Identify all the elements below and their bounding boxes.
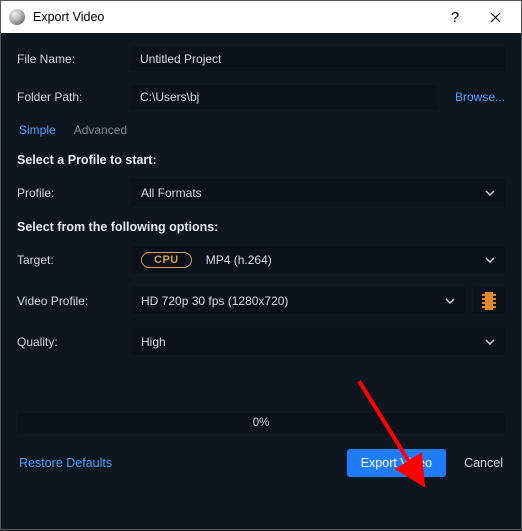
chevron-down-icon — [485, 188, 495, 198]
file-name-label: File Name: — [17, 52, 131, 66]
chevron-down-icon — [445, 296, 455, 306]
cancel-button[interactable]: Cancel — [464, 456, 503, 470]
tab-advanced[interactable]: Advanced — [74, 123, 127, 139]
chevron-down-icon — [485, 337, 495, 347]
export-video-button[interactable]: Export Video — [347, 449, 446, 477]
options-section-heading: Select from the following options: — [17, 220, 505, 234]
video-profile-value: HD 720p 30 fps (1280x720) — [141, 294, 288, 308]
cpu-badge: CPU — [141, 252, 192, 268]
file-name-value: Untitled Project — [140, 52, 221, 66]
target-label: Target: — [17, 253, 131, 267]
target-row: Target: CPU MP4 (h.264) — [17, 246, 505, 273]
target-value: MP4 (h.264) — [206, 253, 272, 267]
close-button[interactable] — [475, 1, 515, 33]
window-title: Export Video — [33, 10, 104, 24]
tabs: Simple Advanced — [19, 123, 505, 139]
footer: Restore Defaults Export Video Cancel — [17, 449, 505, 477]
video-profile-preview-button[interactable] — [473, 287, 505, 314]
video-profile-label: Video Profile: — [17, 294, 131, 308]
folder-path-value: C:\Users\bj — [140, 90, 199, 104]
profile-section-heading: Select a Profile to start: — [17, 153, 505, 167]
titlebar: Export Video ? — [1, 1, 521, 33]
quality-select[interactable]: High — [131, 328, 505, 355]
video-profile-row: Video Profile: HD 720p 30 fps (1280x720) — [17, 287, 505, 314]
video-profile-select[interactable]: HD 720p 30 fps (1280x720) — [131, 287, 465, 314]
quality-value: High — [141, 335, 166, 349]
folder-path-row: Folder Path: C:\Users\bj Browse... — [17, 85, 505, 109]
quality-row: Quality: High — [17, 328, 505, 355]
app-icon — [9, 9, 25, 25]
file-name-row: File Name: Untitled Project — [17, 47, 505, 71]
progress-bar: 0% — [17, 413, 505, 433]
profile-select[interactable]: All Formats — [131, 179, 505, 206]
folder-path-input[interactable]: C:\Users\bj — [131, 85, 437, 109]
profile-label: Profile: — [17, 186, 131, 200]
profile-row: Profile: All Formats — [17, 179, 505, 206]
help-button[interactable]: ? — [435, 1, 475, 33]
close-icon — [490, 12, 501, 23]
tab-simple[interactable]: Simple — [19, 123, 56, 139]
quality-label: Quality: — [17, 335, 131, 349]
folder-path-label: Folder Path: — [17, 90, 131, 104]
profile-value: All Formats — [141, 186, 202, 200]
restore-defaults-link[interactable]: Restore Defaults — [19, 456, 112, 470]
target-select[interactable]: CPU MP4 (h.264) — [131, 246, 505, 273]
chevron-down-icon — [485, 255, 495, 265]
file-name-input[interactable]: Untitled Project — [131, 47, 505, 71]
film-strip-icon — [482, 292, 496, 310]
browse-link[interactable]: Browse... — [455, 90, 505, 104]
export-video-dialog: Export Video ? File Name: Untitled Proje… — [0, 0, 522, 530]
progress-text: 0% — [253, 417, 270, 429]
